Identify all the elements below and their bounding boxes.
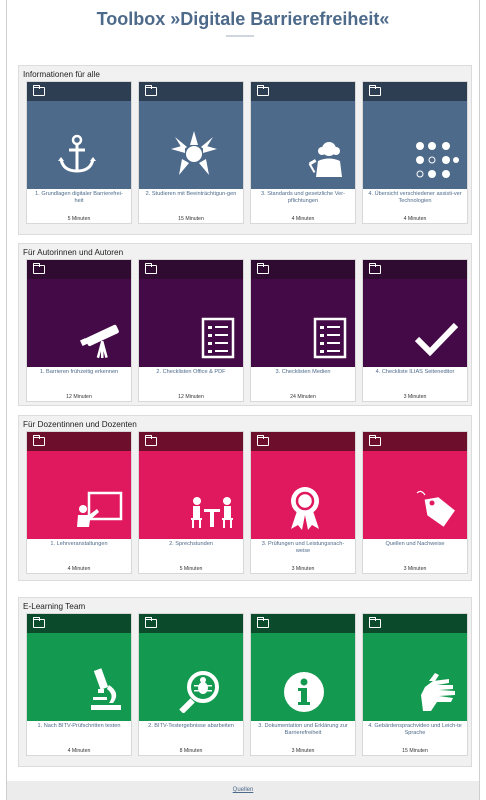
card-label: 2. Sprechstunden [169, 541, 213, 547]
folder-icon [33, 435, 45, 446]
card-bitv-pruefschritte[interactable]: 1. Nach BITV-Prüfschritten testen 4 Minu… [26, 613, 132, 756]
card-barrieren[interactable]: 1. Barrieren frühzeitig erkennen 12 Minu… [26, 259, 132, 402]
title-divider [226, 35, 254, 37]
card-duration: 8 Minuten [179, 748, 203, 754]
card-duration: 12 Minuten [178, 394, 204, 400]
card-duration: 4 Minuten [403, 216, 427, 222]
folder-icon [369, 435, 381, 446]
folder-icon [257, 263, 269, 274]
card-duration: 3 Minuten [403, 394, 427, 400]
footer: Quellen [7, 781, 479, 800]
quellen-link[interactable]: Quellen [233, 787, 254, 793]
section-elearning: E-Learning Team 1. Nach BITV-Prüfschritt… [18, 597, 472, 767]
card-duration: 5 Minuten [179, 566, 203, 572]
folder-icon [145, 435, 157, 446]
card-checklisten-office[interactable]: 2. Checklisten Office & PDF 12 Minuten [138, 259, 244, 402]
card-label: 3. Prüfungen und Leistungsnach-weise [261, 541, 345, 554]
card-duration: 12 Minuten [66, 394, 92, 400]
checklist-icon [313, 317, 347, 359]
braille-icon [416, 142, 459, 178]
presentation-icon [77, 491, 123, 527]
card-duration: 3 Minuten [291, 566, 315, 572]
card-grundlagen[interactable]: 1. Grundlagen digitaler Barrierefrei-hei… [26, 81, 132, 224]
card-duration: 15 Minuten [178, 216, 204, 222]
folder-icon [257, 435, 269, 446]
folder-icon [33, 85, 45, 96]
card-label: 1. Grundlagen digitaler Barrierefrei-hei… [35, 191, 123, 204]
card-gebaerdensprache[interactable]: 4. Gebärdensprachvideo und Leich-te Spra… [362, 613, 468, 756]
card-dokumentation[interactable]: 3. Dokumentation und Erklärung zur Barri… [250, 613, 356, 756]
card-checklisten-medien[interactable]: 3. Checklisten Medien 24 Minuten [250, 259, 356, 402]
card-label: 3. Dokumentation und Erklärung zur Barri… [258, 723, 348, 736]
card-duration: 15 Minuten [402, 748, 428, 754]
sign-language-icon [421, 673, 455, 711]
card-label: Quellen und Nachweise [385, 541, 445, 547]
hands-circle-icon [171, 131, 217, 175]
card-duration: 3 Minuten [403, 566, 427, 572]
folder-icon [369, 263, 381, 274]
folder-icon [145, 263, 157, 274]
telescope-icon [80, 324, 119, 359]
folder-icon [145, 85, 157, 96]
folder-icon [33, 263, 45, 274]
folder-icon [369, 85, 381, 96]
award-icon [291, 487, 319, 530]
folder-icon [257, 617, 269, 628]
card-label: 3. Standards und gesetzliche Ver-pflicht… [261, 191, 345, 204]
page-title: Toolbox »Digitale Barrierefreiheit« [96, 9, 390, 29]
bug-search-icon [179, 671, 219, 713]
card-label: 1. Nach BITV-Prüfschritten testen [37, 723, 121, 729]
card-duration: 24 Minuten [290, 394, 316, 400]
info-icon [284, 672, 324, 712]
card-lehrveranstaltungen[interactable]: 1. Lehrveranstaltungen 4 Minuten [26, 431, 132, 574]
card-label: 2. Studieren mit Beeinträchtigun-gen [145, 191, 237, 197]
folder-icon [33, 617, 45, 628]
card-label: 2. Checklisten Office & PDF [156, 369, 226, 375]
card-pruefungen[interactable]: 3. Prüfungen und Leistungsnach-weise 3 M… [250, 431, 356, 574]
section-autoren: Für Autorinnen und Autoren 1. Barrieren … [18, 243, 472, 406]
card-duration: 4 Minuten [291, 216, 315, 222]
card-technologien[interactable]: 4. Übersicht verschiedener assisti-ver T… [362, 81, 468, 224]
card-quellen[interactable]: Quellen und Nachweise 3 Minuten [362, 431, 468, 574]
checklist-icon [201, 317, 235, 359]
section-dozenten: Für Dozentinnen und Dozenten 1. Lehrvera… [18, 415, 472, 581]
card-label: 2. BITV-Testergebnisse abarbeiten [148, 723, 234, 729]
card-duration: 5 Minuten [67, 216, 91, 222]
section-informationen: Informationen für alle 1. Grundlagen dig… [18, 65, 472, 235]
card-label: 4. Übersicht verschiedener assisti-ver T… [368, 191, 462, 204]
card-label: 1. Lehrveranstaltungen [50, 541, 108, 547]
card-standards[interactable]: 3. Standards und gesetzliche Ver-pflicht… [250, 81, 356, 224]
card-label: 1. Barrieren frühzeitig erkennen [39, 369, 119, 375]
card-ilias[interactable]: 4. Checkliste ILIAS Seiteneditor 3 Minut… [362, 259, 468, 402]
checkmark-icon [414, 322, 459, 357]
judge-icon [308, 142, 342, 177]
folder-icon [369, 617, 381, 628]
card-label: 4. Gebärdensprachvideo und Leich-te Spra… [368, 723, 462, 736]
card-bitv-testergebnisse[interactable]: 2. BITV-Testergebnisse abarbeiten 8 Minu… [138, 613, 244, 756]
card-sprechstunden[interactable]: 2. Sprechstunden 5 Minuten [138, 431, 244, 574]
card-duration: 4 Minuten [67, 566, 91, 572]
folder-icon [257, 85, 269, 96]
microscope-icon [91, 668, 121, 710]
anchor-icon [58, 134, 96, 173]
card-label: 4. Checkliste ILIAS Seiteneditor [375, 369, 455, 375]
card-duration: 3 Minuten [291, 748, 315, 754]
card-duration: 4 Minuten [67, 748, 91, 754]
folder-icon [145, 617, 157, 628]
tag-icon [416, 490, 455, 527]
card-studieren[interactable]: 2. Studieren mit Beeinträchtigun-gen 15 … [138, 81, 244, 224]
card-label: 3. Checklisten Medien [275, 369, 331, 375]
meeting-icon [191, 497, 233, 528]
